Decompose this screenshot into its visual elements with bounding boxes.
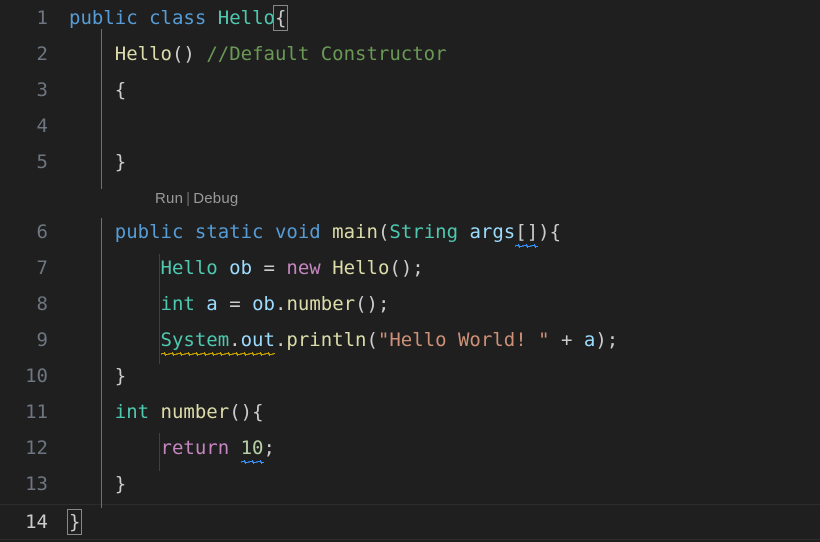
line-number-4: 4 xyxy=(36,115,48,137)
token-variable-args: args xyxy=(469,221,516,243)
code-content-6[interactable]: public static void main(String args[]){ xyxy=(68,214,820,250)
token-brace-open: { xyxy=(549,221,562,243)
token-type-system: System xyxy=(160,329,230,351)
codelens-debug-link[interactable]: Debug xyxy=(193,190,238,207)
line-number-1: 1 xyxy=(36,7,48,29)
code-content-5[interactable]: } xyxy=(68,144,820,180)
code-content-14[interactable]: } xyxy=(66,504,820,540)
code-line-8[interactable]: 8 int a = ob.number(); xyxy=(0,286,820,322)
token-array-brackets-squiggle: [] xyxy=(515,221,539,243)
token-keyword-class: class xyxy=(149,7,207,29)
line-number-3: 3 xyxy=(36,79,48,101)
token-call-tail: (); xyxy=(389,257,424,279)
code-line-14[interactable]: 14 } xyxy=(0,504,820,540)
code-content-12[interactable]: return 10; xyxy=(68,430,820,466)
code-line-6[interactable]: 6 public static void main(String args[])… xyxy=(0,214,820,250)
codelens-separator: | xyxy=(186,190,191,207)
token-keyword-new: new xyxy=(286,257,321,279)
token-type-string: String xyxy=(389,221,459,243)
system-out-warning-squiggle: System.out xyxy=(161,329,275,351)
token-call-tail: ); xyxy=(595,329,619,351)
token-function-hello-ctor: Hello xyxy=(332,257,390,279)
token-dot: . xyxy=(229,329,241,351)
line-number-5: 5 xyxy=(36,151,48,173)
token-brace-close: } xyxy=(114,365,127,387)
token-variable-ob: ob xyxy=(252,293,275,315)
codelens-row: Run | Debug xyxy=(0,184,820,214)
line-number-8: 8 xyxy=(36,293,48,315)
token-keyword-return: return xyxy=(160,437,230,459)
line-number-6: 6 xyxy=(36,221,48,243)
code-content-13[interactable]: } xyxy=(68,466,820,502)
token-comment-default-constructor: //Default Constructor xyxy=(206,43,447,65)
code-content-9[interactable]: System.out.println("Hello World! " + a); xyxy=(68,322,820,358)
token-type-hello: Hello xyxy=(217,7,275,29)
code-line-4[interactable]: 4 xyxy=(0,108,820,144)
code-content-11[interactable]: int number(){ xyxy=(68,394,820,430)
token-paren-close: ) xyxy=(538,221,550,243)
token-number-ten-squiggle: 10 xyxy=(240,437,264,459)
code-line-1[interactable]: 1 public class Hello{ xyxy=(0,0,820,36)
token-function-number: number xyxy=(286,293,356,315)
token-semicolon: ; xyxy=(263,437,275,459)
code-line-12[interactable]: 12 return 10; xyxy=(0,430,820,466)
token-function-number: number xyxy=(160,401,230,423)
token-brace-open: { xyxy=(114,79,127,101)
token-string-hello-world: "Hello World! " xyxy=(377,329,550,351)
code-line-3[interactable]: 3 { xyxy=(0,72,820,108)
code-line-9[interactable]: 9 System.out.println("Hello World! " + a… xyxy=(0,322,820,358)
line-number-10: 10 xyxy=(25,365,48,387)
line-number-9: 9 xyxy=(36,329,48,351)
line-number-11: 11 xyxy=(25,401,48,423)
code-line-11[interactable]: 11 int number(){ xyxy=(0,394,820,430)
token-brace-close: } xyxy=(114,151,127,173)
code-content-10[interactable]: } xyxy=(68,358,820,394)
code-line-13[interactable]: 13 } xyxy=(0,466,820,502)
token-keyword-public: public xyxy=(114,221,184,243)
token-type-hello: Hello xyxy=(160,257,218,279)
token-type-int: int xyxy=(114,401,150,423)
token-signature-tail: (){ xyxy=(229,401,264,423)
token-variable-a: a xyxy=(206,293,218,315)
token-type-int: int xyxy=(160,293,195,315)
codelens-actions: Run | Debug xyxy=(155,184,238,214)
line-number-7: 7 xyxy=(36,257,48,279)
token-keyword-void: void xyxy=(274,221,321,243)
token-paren-open: ( xyxy=(377,221,390,243)
token-dot: . xyxy=(274,329,287,351)
token-call-tail: (); xyxy=(355,293,390,315)
token-operator-assign: = xyxy=(263,257,275,279)
token-dot: . xyxy=(275,293,287,315)
token-brace-close-matched: } xyxy=(66,509,83,535)
line-number-13: 13 xyxy=(25,473,48,495)
token-variable-out: out xyxy=(240,329,275,351)
token-variable-a: a xyxy=(583,329,596,351)
code-line-2[interactable]: 2 Hello() //Default Constructor xyxy=(0,36,820,72)
code-content-3[interactable]: { xyxy=(68,72,820,108)
token-function-main: main xyxy=(332,221,378,243)
token-operator-assign: = xyxy=(229,293,241,315)
token-keyword-static: static xyxy=(194,221,264,243)
code-content-8[interactable]: int a = ob.number(); xyxy=(68,286,820,322)
token-function-println: println xyxy=(286,329,367,351)
code-content-7[interactable]: Hello ob = new Hello(); xyxy=(68,250,820,286)
token-variable-ob: ob xyxy=(229,257,253,279)
token-keyword-public: public xyxy=(69,7,138,29)
token-brace-close: } xyxy=(114,473,127,495)
token-brace-open-matched: { xyxy=(272,5,289,31)
token-parens: () xyxy=(171,43,195,65)
codelens-run-link[interactable]: Run xyxy=(155,190,183,207)
code-editor[interactable]: 1 public class Hello{ 2 Hello() //Defaul… xyxy=(0,0,820,542)
code-content-2[interactable]: Hello() //Default Constructor xyxy=(68,36,820,72)
token-operator-plus: + xyxy=(560,329,573,351)
line-number-2: 2 xyxy=(36,43,48,65)
code-content-1[interactable]: public class Hello{ xyxy=(68,0,820,36)
line-number-14: 14 xyxy=(25,511,48,533)
token-function-hello: Hello xyxy=(114,43,172,65)
code-line-10[interactable]: 10 } xyxy=(0,358,820,394)
code-line-7[interactable]: 7 Hello ob = new Hello(); xyxy=(0,250,820,286)
code-line-5[interactable]: 5 } xyxy=(0,144,820,180)
token-paren-open: ( xyxy=(366,329,378,351)
line-number-12: 12 xyxy=(25,437,48,459)
